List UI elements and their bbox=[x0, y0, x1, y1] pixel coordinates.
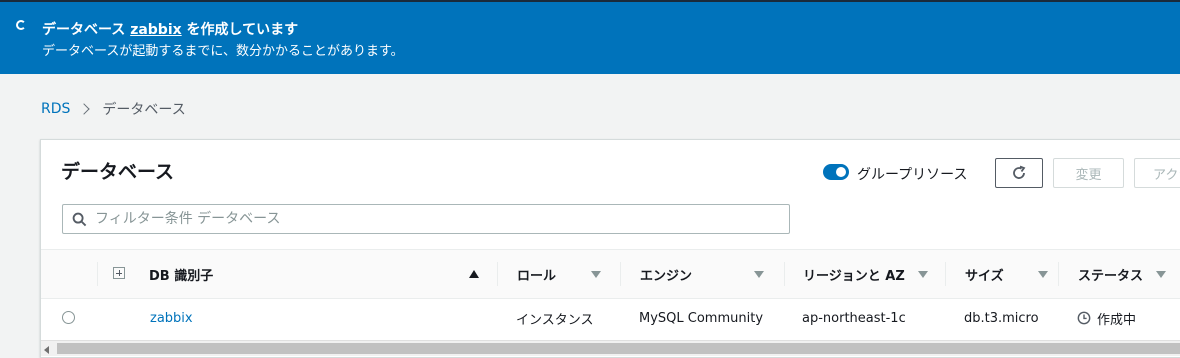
column-separator bbox=[1058, 262, 1059, 286]
column-separator bbox=[497, 262, 498, 286]
sort-caret-icon bbox=[591, 270, 601, 278]
group-resources-toggle[interactable] bbox=[823, 164, 849, 180]
banner-db-link[interactable]: zabbix bbox=[130, 22, 181, 38]
size-cell: db.t3.micro bbox=[964, 310, 1039, 326]
sort-caret-icon bbox=[1156, 270, 1166, 278]
group-resources-label: グループリソース bbox=[857, 167, 968, 183]
modify-button[interactable]: 変更 bbox=[1053, 158, 1124, 188]
page-title: データベース bbox=[61, 161, 175, 183]
column-label-region: リージョンと AZ bbox=[803, 268, 905, 284]
breadcrumb-current: データベース bbox=[102, 102, 186, 118]
column-separator bbox=[620, 262, 621, 286]
table-header: DB 識別子 ロール エンジン リージョンと AZ サイズ ステータス bbox=[41, 249, 1180, 299]
refresh-icon bbox=[1013, 165, 1026, 179]
banner-message: データベースが起動するまでに、数分かかることがあります。 bbox=[42, 44, 404, 59]
actions-button[interactable]: アクション bbox=[1134, 158, 1180, 188]
column-label-role: ロール bbox=[517, 268, 557, 284]
chevron-right-icon bbox=[78, 103, 91, 115]
breadcrumb-rds-link[interactable]: RDS bbox=[41, 101, 70, 117]
databases-panel: データベース グループリソース 変更 アクション DB 識別子 ロール bbox=[40, 139, 1180, 358]
refresh-button[interactable] bbox=[995, 158, 1043, 188]
banner-title: データベース zabbix を作成しています bbox=[42, 19, 298, 39]
horizontal-scrollbar[interactable] bbox=[41, 340, 1180, 356]
clock-icon bbox=[1077, 311, 1091, 325]
banner-title-prefix: データベース bbox=[42, 22, 131, 38]
sort-caret-icon bbox=[1038, 270, 1048, 278]
role-cell: インスタンス bbox=[516, 312, 594, 328]
expand-all-icon[interactable] bbox=[113, 267, 125, 279]
engine-cell: MySQL Community bbox=[639, 310, 764, 326]
loading-spinner-icon bbox=[16, 20, 26, 30]
scroll-left-arrow-icon[interactable] bbox=[44, 346, 49, 354]
column-separator bbox=[945, 262, 946, 286]
column-header-engine[interactable]: エンジン bbox=[640, 250, 764, 298]
row-select-radio[interactable] bbox=[62, 311, 75, 324]
sort-caret-icon bbox=[754, 270, 764, 278]
sort-ascending-icon bbox=[469, 270, 479, 278]
column-label-status: ステータス bbox=[1078, 268, 1144, 284]
column-header-role[interactable]: ロール bbox=[517, 250, 601, 298]
column-header-size[interactable]: サイズ bbox=[965, 250, 1048, 298]
column-separator bbox=[784, 262, 785, 286]
status-cell: 作成中 bbox=[1077, 299, 1136, 337]
toggle-knob bbox=[836, 167, 846, 177]
column-label-engine: エンジン bbox=[640, 268, 693, 284]
search-icon bbox=[72, 212, 87, 227]
creating-db-flash-banner: データベース zabbix を作成しています データベースが起動するまでに、数分… bbox=[0, 0, 1180, 74]
breadcrumb: RDS データベース bbox=[41, 99, 186, 119]
scrollbar-thumb[interactable] bbox=[57, 343, 1180, 354]
status-text: 作成中 bbox=[1097, 312, 1137, 328]
column-separator bbox=[97, 262, 98, 286]
db-identifier-link[interactable]: zabbix bbox=[150, 299, 193, 337]
region-cell: ap-northeast-1c bbox=[802, 310, 906, 326]
column-header-db-id[interactable]: DB 識別子 bbox=[149, 250, 479, 298]
search-input[interactable] bbox=[95, 206, 775, 232]
column-header-status[interactable]: ステータス bbox=[1078, 250, 1166, 298]
banner-title-suffix: を作成しています bbox=[181, 22, 299, 38]
column-header-region[interactable]: リージョンと AZ bbox=[803, 250, 928, 298]
sort-caret-icon bbox=[918, 270, 928, 278]
search-filter[interactable] bbox=[62, 204, 790, 234]
column-label-size: サイズ bbox=[965, 268, 1004, 284]
table-row[interactable]: zabbix インスタンス MySQL Community ap-northea… bbox=[41, 299, 1180, 337]
column-label-db-id: DB 識別子 bbox=[149, 268, 214, 284]
